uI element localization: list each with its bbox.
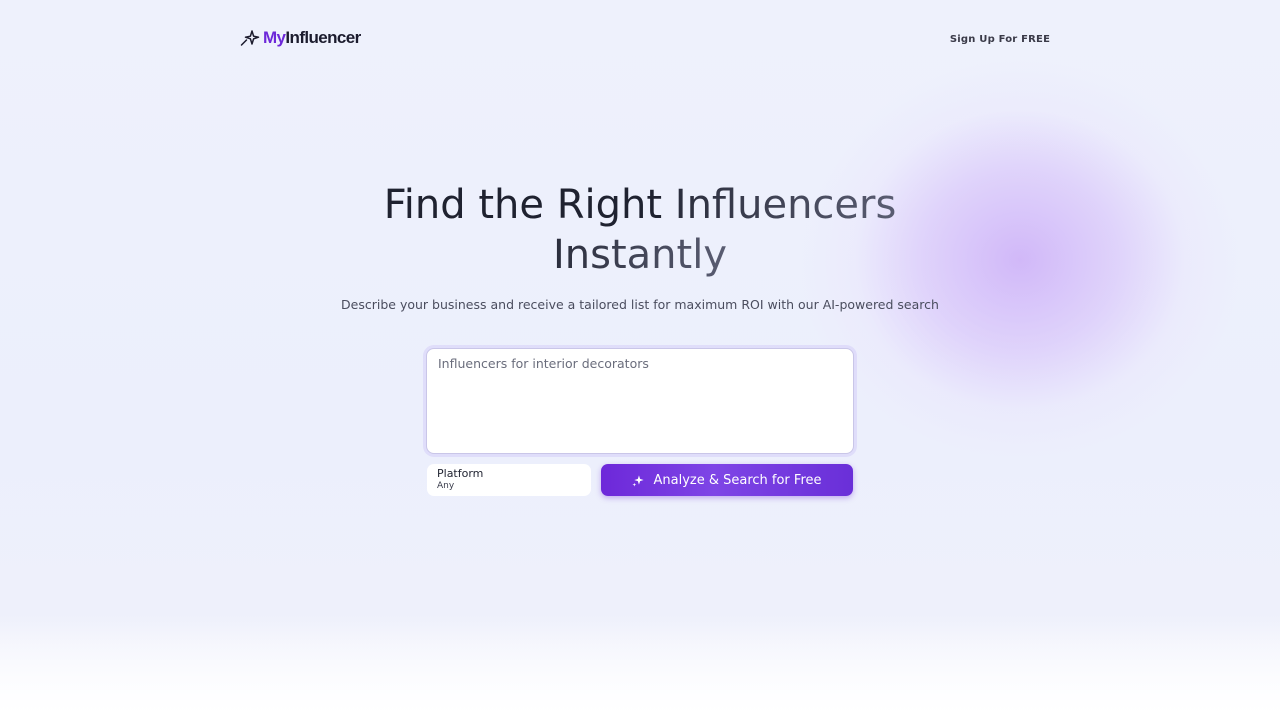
title-part-3: Instantly (552, 232, 727, 278)
platform-select[interactable]: Platform Any (427, 464, 591, 496)
sparkles-icon (632, 474, 645, 487)
sparkle-star-icon (240, 30, 260, 46)
analyze-search-button[interactable]: Analyze & Search for Free (601, 464, 853, 496)
logo-text-suffix: Influencer (285, 28, 361, 47)
page-subtitle: Describe your business and receive a tai… (341, 297, 939, 312)
bottom-fade (0, 620, 1280, 720)
platform-value: Any (437, 481, 455, 491)
logo-text-prefix: My (263, 28, 286, 47)
platform-label: Platform (437, 467, 484, 480)
logo-text: MyInfluencer (263, 28, 361, 48)
business-description-input[interactable] (426, 348, 854, 454)
sign-up-link[interactable]: Sign Up For FREE (944, 30, 1056, 48)
title-part-2: Influencers (674, 182, 897, 228)
title-part-1: Find the Right (383, 182, 675, 228)
logo[interactable]: MyInfluencer (240, 27, 361, 49)
page-title: Find the Right Influencers Instantly (340, 180, 940, 280)
analyze-button-label: Analyze & Search for Free (653, 472, 822, 488)
